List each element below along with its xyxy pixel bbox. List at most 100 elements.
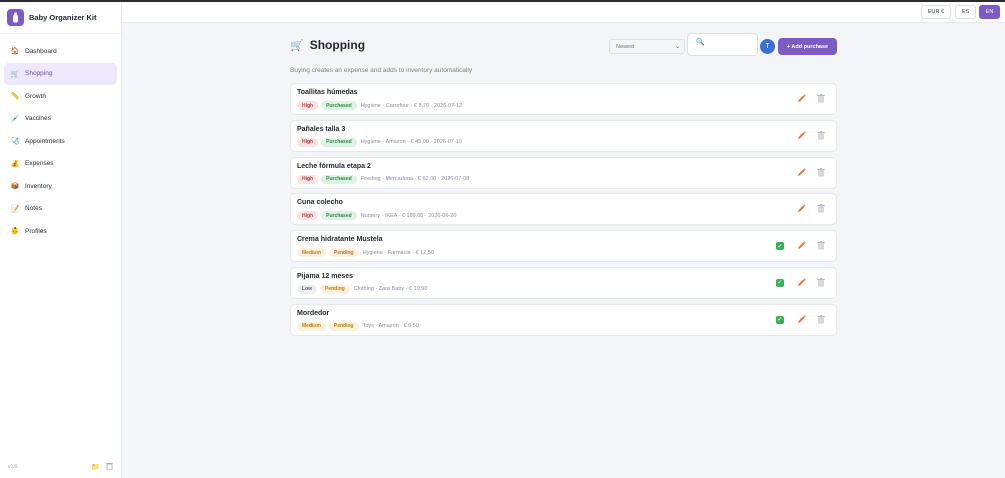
chevron-down-icon: ⌄ — [674, 44, 680, 50]
filter-button[interactable]: T — [760, 39, 775, 54]
pencil-icon — [797, 237, 806, 255]
purchase-meta-row: Medium Pending Toys · Amazon · € 6,50 — [297, 321, 419, 331]
purchase-details: Clothing · Zara Baby · € 19,90 — [353, 286, 428, 293]
sidebar-item-shopping[interactable]: 🛒 Shopping — [4, 62, 117, 85]
delete-button[interactable] — [816, 241, 826, 251]
sidebar-item-notes[interactable]: 📝 Notes — [4, 198, 117, 221]
box-icon: 📦 — [10, 183, 20, 191]
status-badge: Purchased — [321, 174, 357, 184]
purchase-meta-row: High Purchased Nursery · IKEA · € 189,00 ·… — [297, 211, 456, 221]
priority-badge: Low — [297, 284, 317, 294]
pencil-icon — [797, 200, 806, 218]
priority-badge: High — [297, 101, 319, 110]
purchase-details: Hygiene · Farmacia · € 12,50 — [362, 249, 434, 256]
sidebar-item-dashboard[interactable]: 🏠 Dashboard — [4, 40, 117, 63]
purchase-card: Toallitas húmedas High Purchased Hygiene · … — [290, 83, 837, 115]
search-icon: 🔍 — [696, 39, 705, 46]
status-badge: Purchased — [321, 101, 357, 110]
edit-button[interactable] — [796, 204, 806, 214]
delete-button[interactable] — [816, 204, 826, 214]
priority-badge: High — [297, 137, 319, 147]
sidebar-item-label: Appointments — [25, 137, 65, 145]
purchase-card: Cuna colecho High Purchased Nursery · IKEA … — [290, 193, 837, 226]
page-subtitle: Buying creates an expense and adds to in… — [290, 67, 473, 74]
trash-icon[interactable] — [106, 462, 113, 472]
sidebar: Baby Organizer Kit 🏠 Dashboard 🛒 Shopping 📏 G… — [0, 2, 122, 478]
page-title: 🛒 Shopping — [290, 38, 365, 52]
sidebar-nav: 🏠 Dashboard 🛒 Shopping 📏 Growth 💉 Vaccines 🩺 Appo… — [0, 34, 121, 243]
money-bag-icon: 💰 — [10, 160, 20, 168]
add-purchase-button[interactable]: + Add purchase — [778, 38, 837, 55]
cart-icon: 🛒 — [290, 39, 304, 52]
purchase-meta-row: High Purchased Hygiene · Amazon · € 45,00 … — [297, 137, 462, 147]
purchase-card: Pañales talla 3 High Purchased Hygiene · Am… — [290, 119, 837, 152]
lang-en-button[interactable]: EN — [979, 5, 1000, 19]
purchase-card: Pijama 12 meses Low Pending Clothing · Zara… — [290, 266, 837, 299]
delete-button[interactable] — [816, 167, 826, 178]
sort-select[interactable]: Newest ⌄ — [609, 39, 685, 54]
bottle-icon — [7, 9, 24, 26]
status-badge: Purchased — [321, 211, 357, 221]
sidebar-item-label: Expenses — [25, 160, 54, 168]
house-icon: 🏠 — [10, 48, 20, 56]
purchase-meta-row: Low Pending Clothing · Zara Baby · € 19,90 — [297, 284, 428, 294]
delete-button[interactable] — [816, 94, 826, 104]
purchase-details: Feeding · Mercadona · € 62,00 · 2026-07-… — [360, 176, 470, 183]
purchase-card: Crema hidratante Mustela Medium Pending Hyg… — [290, 230, 837, 263]
edit-button[interactable] — [796, 315, 806, 325]
mark-purchased-button[interactable]: ✓ — [775, 241, 785, 251]
sidebar-item-profiles[interactable]: 👶 Profiles — [4, 220, 117, 243]
priority-badge: Medium — [297, 321, 326, 331]
purchase-name: Leche fórmula etapa 2 — [297, 162, 371, 170]
search-box[interactable]: 🔍 — [687, 33, 758, 56]
cart-icon: 🛒 — [10, 70, 20, 78]
lang-es-button[interactable]: ES — [955, 5, 976, 19]
status-badge: Pending — [328, 248, 359, 258]
edit-button[interactable] — [796, 278, 806, 288]
mark-purchased-button[interactable]: ✓ — [775, 278, 785, 288]
search-input[interactable] — [708, 38, 753, 50]
sidebar-item-appointments[interactable]: 🩺 Appointments — [4, 130, 117, 153]
trash-icon — [817, 164, 825, 182]
edit-button[interactable] — [796, 167, 806, 178]
trash-icon — [817, 200, 825, 218]
delete-button[interactable] — [816, 130, 826, 141]
pencil-icon — [797, 127, 806, 145]
trash-icon — [817, 311, 825, 329]
sidebar-item-expenses[interactable]: 💰 Expenses — [4, 153, 117, 176]
priority-badge: Medium — [297, 248, 326, 258]
sidebar-item-growth[interactable]: 📏 Growth — [4, 85, 117, 108]
trash-icon — [817, 127, 825, 145]
priority-badge: High — [297, 174, 319, 184]
page-header: 🛒 Shopping Newest ⌄ 🔍 T + Add purchase — [290, 33, 837, 58]
checkmark-icon: ✓ — [776, 315, 784, 324]
purchase-card: Mordedor Medium Pending Toys · Amazon · € 6… — [290, 303, 837, 336]
app-name: Baby Organizer Kit — [29, 13, 97, 22]
trash-icon — [817, 90, 825, 108]
baby-icon: 👶 — [10, 228, 20, 236]
purchase-name: Toallitas húmedas — [297, 89, 358, 96]
sidebar-item-inventory[interactable]: 📦 Inventory — [4, 175, 117, 198]
syringe-icon: 💉 — [10, 115, 20, 123]
sidebar-item-vaccines[interactable]: 💉 Vaccines — [4, 108, 117, 131]
edit-button[interactable] — [796, 94, 806, 104]
delete-button[interactable] — [816, 314, 826, 325]
currency-button[interactable]: EUR € — [921, 5, 951, 19]
delete-button[interactable] — [816, 278, 826, 288]
purchase-name: Pañales talla 3 — [297, 125, 346, 133]
folder-icon[interactable]: 📁 — [91, 463, 100, 471]
purchase-card: Leche fórmula etapa 2 High Purchased Feedin… — [290, 156, 837, 189]
sidebar-item-label: Profiles — [25, 227, 47, 235]
purchase-meta-row: Medium Pending Hygiene · Farmacia · € 12,5… — [297, 248, 434, 258]
version-label: v1.0 — [8, 464, 18, 470]
purchase-name: Cuna colecho — [297, 199, 343, 207]
brand: Baby Organizer Kit — [0, 2, 121, 34]
edit-button[interactable] — [796, 131, 806, 141]
status-badge: Pending — [320, 284, 350, 294]
pencil-icon — [797, 164, 806, 182]
sidebar-item-label: Vaccines — [25, 115, 51, 123]
mark-purchased-button[interactable]: ✓ — [775, 315, 785, 325]
page-title-text: Shopping — [309, 38, 366, 52]
edit-button[interactable] — [796, 241, 806, 251]
sidebar-footer: v1.0 📁 — [0, 462, 121, 472]
